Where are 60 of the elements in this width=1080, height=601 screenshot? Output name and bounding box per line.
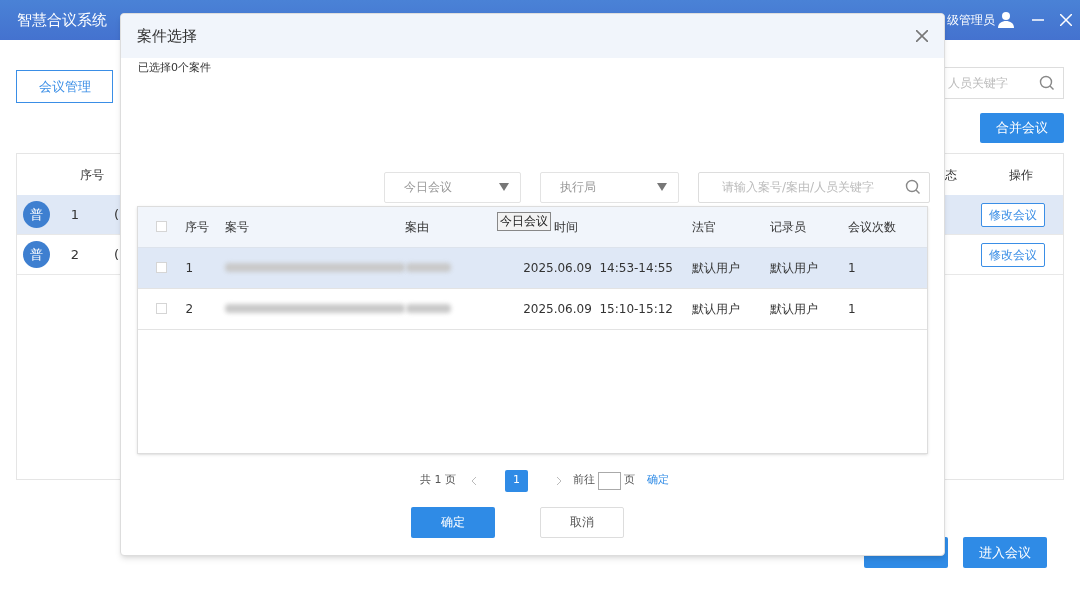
confirm-button[interactable]: 确定: [411, 506, 495, 538]
checkbox[interactable]: [156, 221, 168, 232]
search-icon: [1039, 75, 1055, 91]
column-header: 操作: [1008, 166, 1034, 184]
selection-count: 已选择0个案件: [138, 60, 211, 76]
goto-link[interactable]: 确定: [647, 472, 669, 489]
enter-meeting-button[interactable]: 进入会议: [963, 537, 1047, 568]
edit-button[interactable]: 修改会议: [981, 242, 1045, 267]
tab[interactable]: 会议管理: [16, 70, 113, 103]
table-cell: 2025.06.09 15:10-15:12: [523, 301, 673, 316]
table-cell-text: (: [114, 245, 120, 264]
column-header: 会议次数: [848, 219, 897, 234]
column-header: 序号: [185, 219, 210, 234]
table-cell-text: 2: [69, 245, 81, 264]
search-icon: [905, 179, 921, 195]
page-unit: 页: [624, 472, 635, 489]
table-cell: 1: [848, 260, 856, 275]
table-cell: 2025.06.09 14:53-14:55: [523, 260, 673, 275]
dialog-title: 案件选择: [137, 25, 197, 47]
cancel-button[interactable]: 取消: [540, 506, 624, 538]
edit-button[interactable]: 修改会议: [981, 202, 1045, 227]
table-cell-text: 1: [69, 205, 81, 224]
checkbox[interactable]: [156, 303, 168, 314]
search-field[interactable]: 请输入案号/案由/人员关键字: [698, 171, 930, 203]
filter-dropdown[interactable]: 执行局: [540, 171, 679, 203]
table-row[interactable]: 2 2025.06.09 15:10-15:12 默认用户 默认用户 1: [138, 288, 927, 330]
app-title: 智慧合议系统: [17, 9, 107, 31]
page-input[interactable]: [598, 471, 621, 490]
table-cell: 默认用户: [770, 260, 818, 275]
table-cell-text: (: [114, 205, 120, 224]
next-icon[interactable]: [555, 475, 563, 486]
filter-dropdown[interactable]: 今日会议: [384, 171, 521, 203]
table-cell: 默认用户: [770, 301, 818, 316]
column-header: 态: [945, 166, 957, 184]
page-total: 共 1 页: [420, 472, 456, 489]
table-row[interactable]: 1 2025.06.09 14:53-14:55 默认用户 默认用户 1: [138, 247, 927, 289]
goto-label: 前往: [573, 472, 595, 489]
caret-icon: [499, 183, 509, 191]
column-header: 时间: [553, 219, 578, 234]
table-cell: 1: [848, 301, 856, 316]
tooltip: 今日会议: [497, 212, 551, 231]
table-cell: 默认用户: [692, 260, 740, 275]
close-icon[interactable]: [916, 30, 928, 42]
column-header: 法官: [692, 219, 717, 234]
checkbox[interactable]: [156, 262, 168, 273]
user-name: 级管理员: [947, 12, 995, 29]
table-cell: 默认用户: [692, 301, 740, 316]
page-button[interactable]: 1: [505, 469, 528, 492]
merge-button[interactable]: 合并会议: [980, 113, 1064, 143]
previous-icon[interactable]: [470, 475, 478, 486]
column-header: 序号: [79, 166, 105, 184]
column-header: 案由: [405, 219, 430, 234]
column-header: 记录员: [770, 219, 807, 234]
caret-icon: [657, 183, 667, 191]
column-header: 案号: [224, 219, 249, 234]
table-cell: 1: [185, 260, 194, 275]
user-icon[interactable]: [997, 11, 1015, 29]
avatar-badge: 普: [23, 241, 50, 268]
table-cell: 2: [185, 301, 194, 316]
avatar-badge: 普: [23, 201, 50, 228]
